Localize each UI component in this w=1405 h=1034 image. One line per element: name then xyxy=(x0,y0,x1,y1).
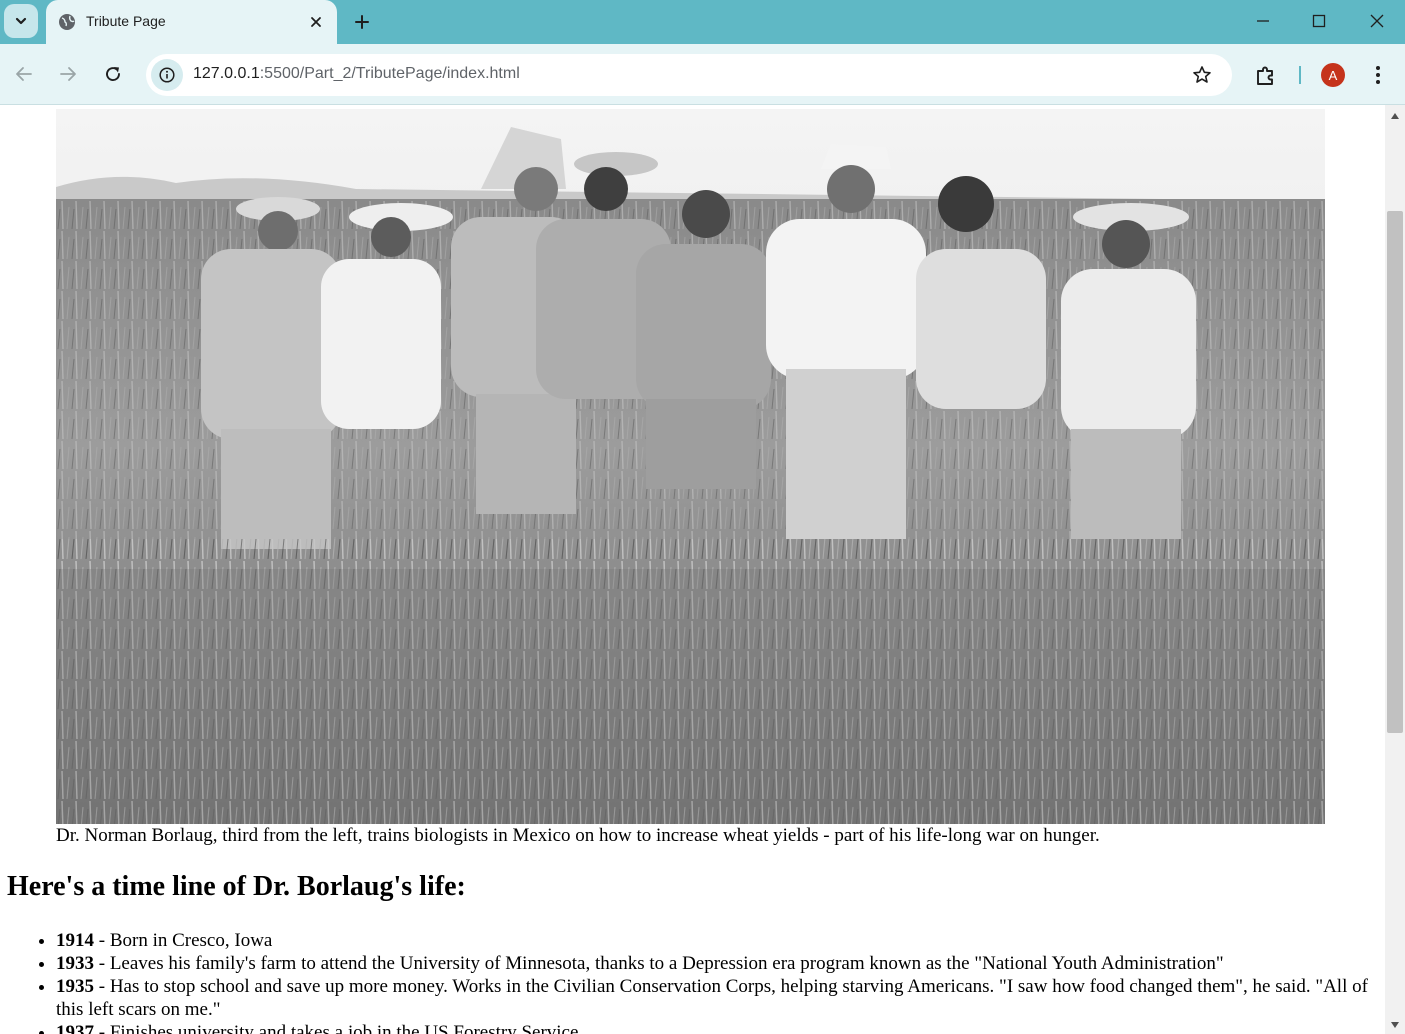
browser-toolbar: 127.0.0.1:5500/Part_2/TributePage/index.… xyxy=(0,44,1405,105)
timeline-list: 1914 - Born in Cresco, Iowa 1933 - Leave… xyxy=(0,929,1385,1034)
timeline-year: 1914 xyxy=(56,930,94,951)
back-button[interactable] xyxy=(7,57,41,91)
close-icon xyxy=(311,17,321,27)
reload-icon xyxy=(106,67,120,81)
timeline-year: 1935 xyxy=(56,976,94,997)
tab-search-button[interactable] xyxy=(4,4,38,38)
scroll-down-button[interactable] xyxy=(1385,1016,1405,1034)
list-item: 1937 - Finishes university and takes a j… xyxy=(56,1021,1385,1034)
url-path: :5500/Part_2/TributePage/index.html xyxy=(259,65,520,82)
tab-close-button[interactable] xyxy=(306,12,326,32)
page-scrollbar[interactable] xyxy=(1385,105,1405,1034)
timeline-heading: Here's a time line of Dr. Borlaug's life… xyxy=(7,871,466,902)
forward-button[interactable] xyxy=(51,57,85,91)
arrow-left-icon xyxy=(16,67,32,81)
close-icon xyxy=(1370,14,1384,28)
timeline-text: - Finishes university and takes a job in… xyxy=(94,1022,579,1034)
timeline-year: 1937 xyxy=(56,1022,94,1034)
maximize-icon xyxy=(1312,14,1326,28)
extensions-button[interactable] xyxy=(1253,64,1279,88)
minimize-button[interactable] xyxy=(1241,6,1285,36)
maximize-button[interactable] xyxy=(1297,6,1341,36)
toolbar-divider xyxy=(1299,66,1301,84)
reload-button[interactable] xyxy=(96,57,130,91)
close-window-button[interactable] xyxy=(1355,6,1399,36)
bookmark-button[interactable] xyxy=(1190,63,1214,87)
address-bar[interactable]: 127.0.0.1:5500/Part_2/TributePage/index.… xyxy=(146,54,1232,96)
list-item: 1933 - Leaves his family's farm to atten… xyxy=(56,952,1385,975)
site-info-button[interactable] xyxy=(151,59,183,91)
info-icon xyxy=(159,67,175,83)
photo-caption: Dr. Norman Borlaug, third from the left,… xyxy=(56,825,1100,846)
page-viewport: Dr. Norman Borlaug, third from the left,… xyxy=(0,105,1385,1034)
tab-strip: Tribute Page xyxy=(0,0,1405,44)
minimize-icon xyxy=(1257,20,1269,22)
tab-title: Tribute Page xyxy=(86,13,166,29)
url-host: 127.0.0.1 xyxy=(193,65,260,82)
kebab-menu-icon xyxy=(1376,66,1380,84)
url-text[interactable]: 127.0.0.1:5500/Part_2/TributePage/index.… xyxy=(193,65,520,83)
browser-menu-button[interactable] xyxy=(1366,63,1390,87)
timeline-text: - Has to stop school and save up more mo… xyxy=(56,976,1368,1020)
timeline-year: 1933 xyxy=(56,953,94,974)
arrow-right-icon xyxy=(60,67,76,81)
new-tab-button[interactable] xyxy=(349,9,375,35)
list-item: 1914 - Born in Cresco, Iowa xyxy=(56,929,1385,952)
chevron-down-icon xyxy=(15,17,27,25)
list-item: 1935 - Has to stop school and save up mo… xyxy=(56,975,1385,1021)
puzzle-icon xyxy=(1257,66,1273,85)
scrollbar-thumb[interactable] xyxy=(1387,211,1403,733)
borlaug-photo xyxy=(56,109,1325,824)
plus-icon xyxy=(355,15,369,29)
star-icon xyxy=(1193,66,1211,83)
triangle-up-icon xyxy=(1391,113,1399,119)
triangle-down-icon xyxy=(1391,1022,1399,1028)
scroll-up-button[interactable] xyxy=(1385,107,1405,125)
timeline-text: - Leaves his family's farm to attend the… xyxy=(94,953,1224,974)
profile-avatar[interactable]: A xyxy=(1321,63,1345,87)
timeline-text: - Born in Cresco, Iowa xyxy=(94,930,273,951)
globe-icon xyxy=(59,14,75,30)
tab-tribute-page[interactable]: Tribute Page xyxy=(46,0,337,44)
